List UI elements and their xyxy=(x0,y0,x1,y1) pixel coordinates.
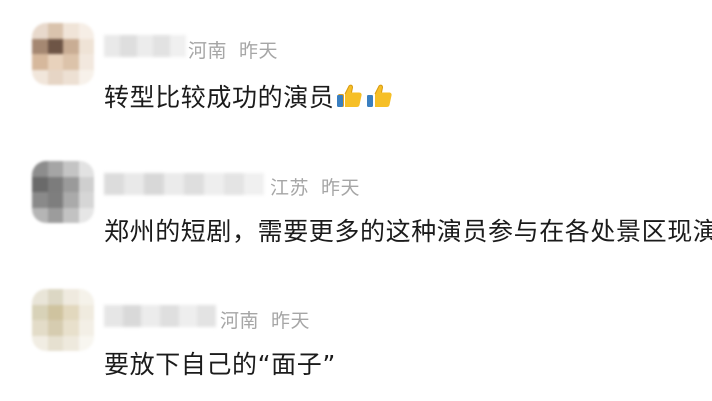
comment-text: 要放下自己的“面子” xyxy=(104,345,336,381)
comment-text-content: 要放下自己的“面子” xyxy=(104,350,336,379)
location-label: 河南 xyxy=(220,310,260,332)
comment-meta: 江苏 昨天 xyxy=(270,173,360,200)
location-label: 江苏 xyxy=(270,177,310,199)
avatar[interactable] xyxy=(32,289,94,351)
time-label: 昨天 xyxy=(271,310,311,332)
comment-text-content: 郑州的短剧，需要更多的这种演员参与在各处景区现演 xyxy=(104,217,712,246)
avatar[interactable] xyxy=(32,161,94,223)
comment-text: 郑州的短剧，需要更多的这种演员参与在各处景区现演 xyxy=(104,212,712,248)
comment-meta: 河南 昨天 xyxy=(220,306,310,333)
username-blurred[interactable] xyxy=(104,305,217,327)
time-label: 昨天 xyxy=(321,177,361,199)
comment-item: 河南 昨天 要放下自己的“面子” xyxy=(0,0,712,379)
username-blurred[interactable] xyxy=(104,173,264,195)
